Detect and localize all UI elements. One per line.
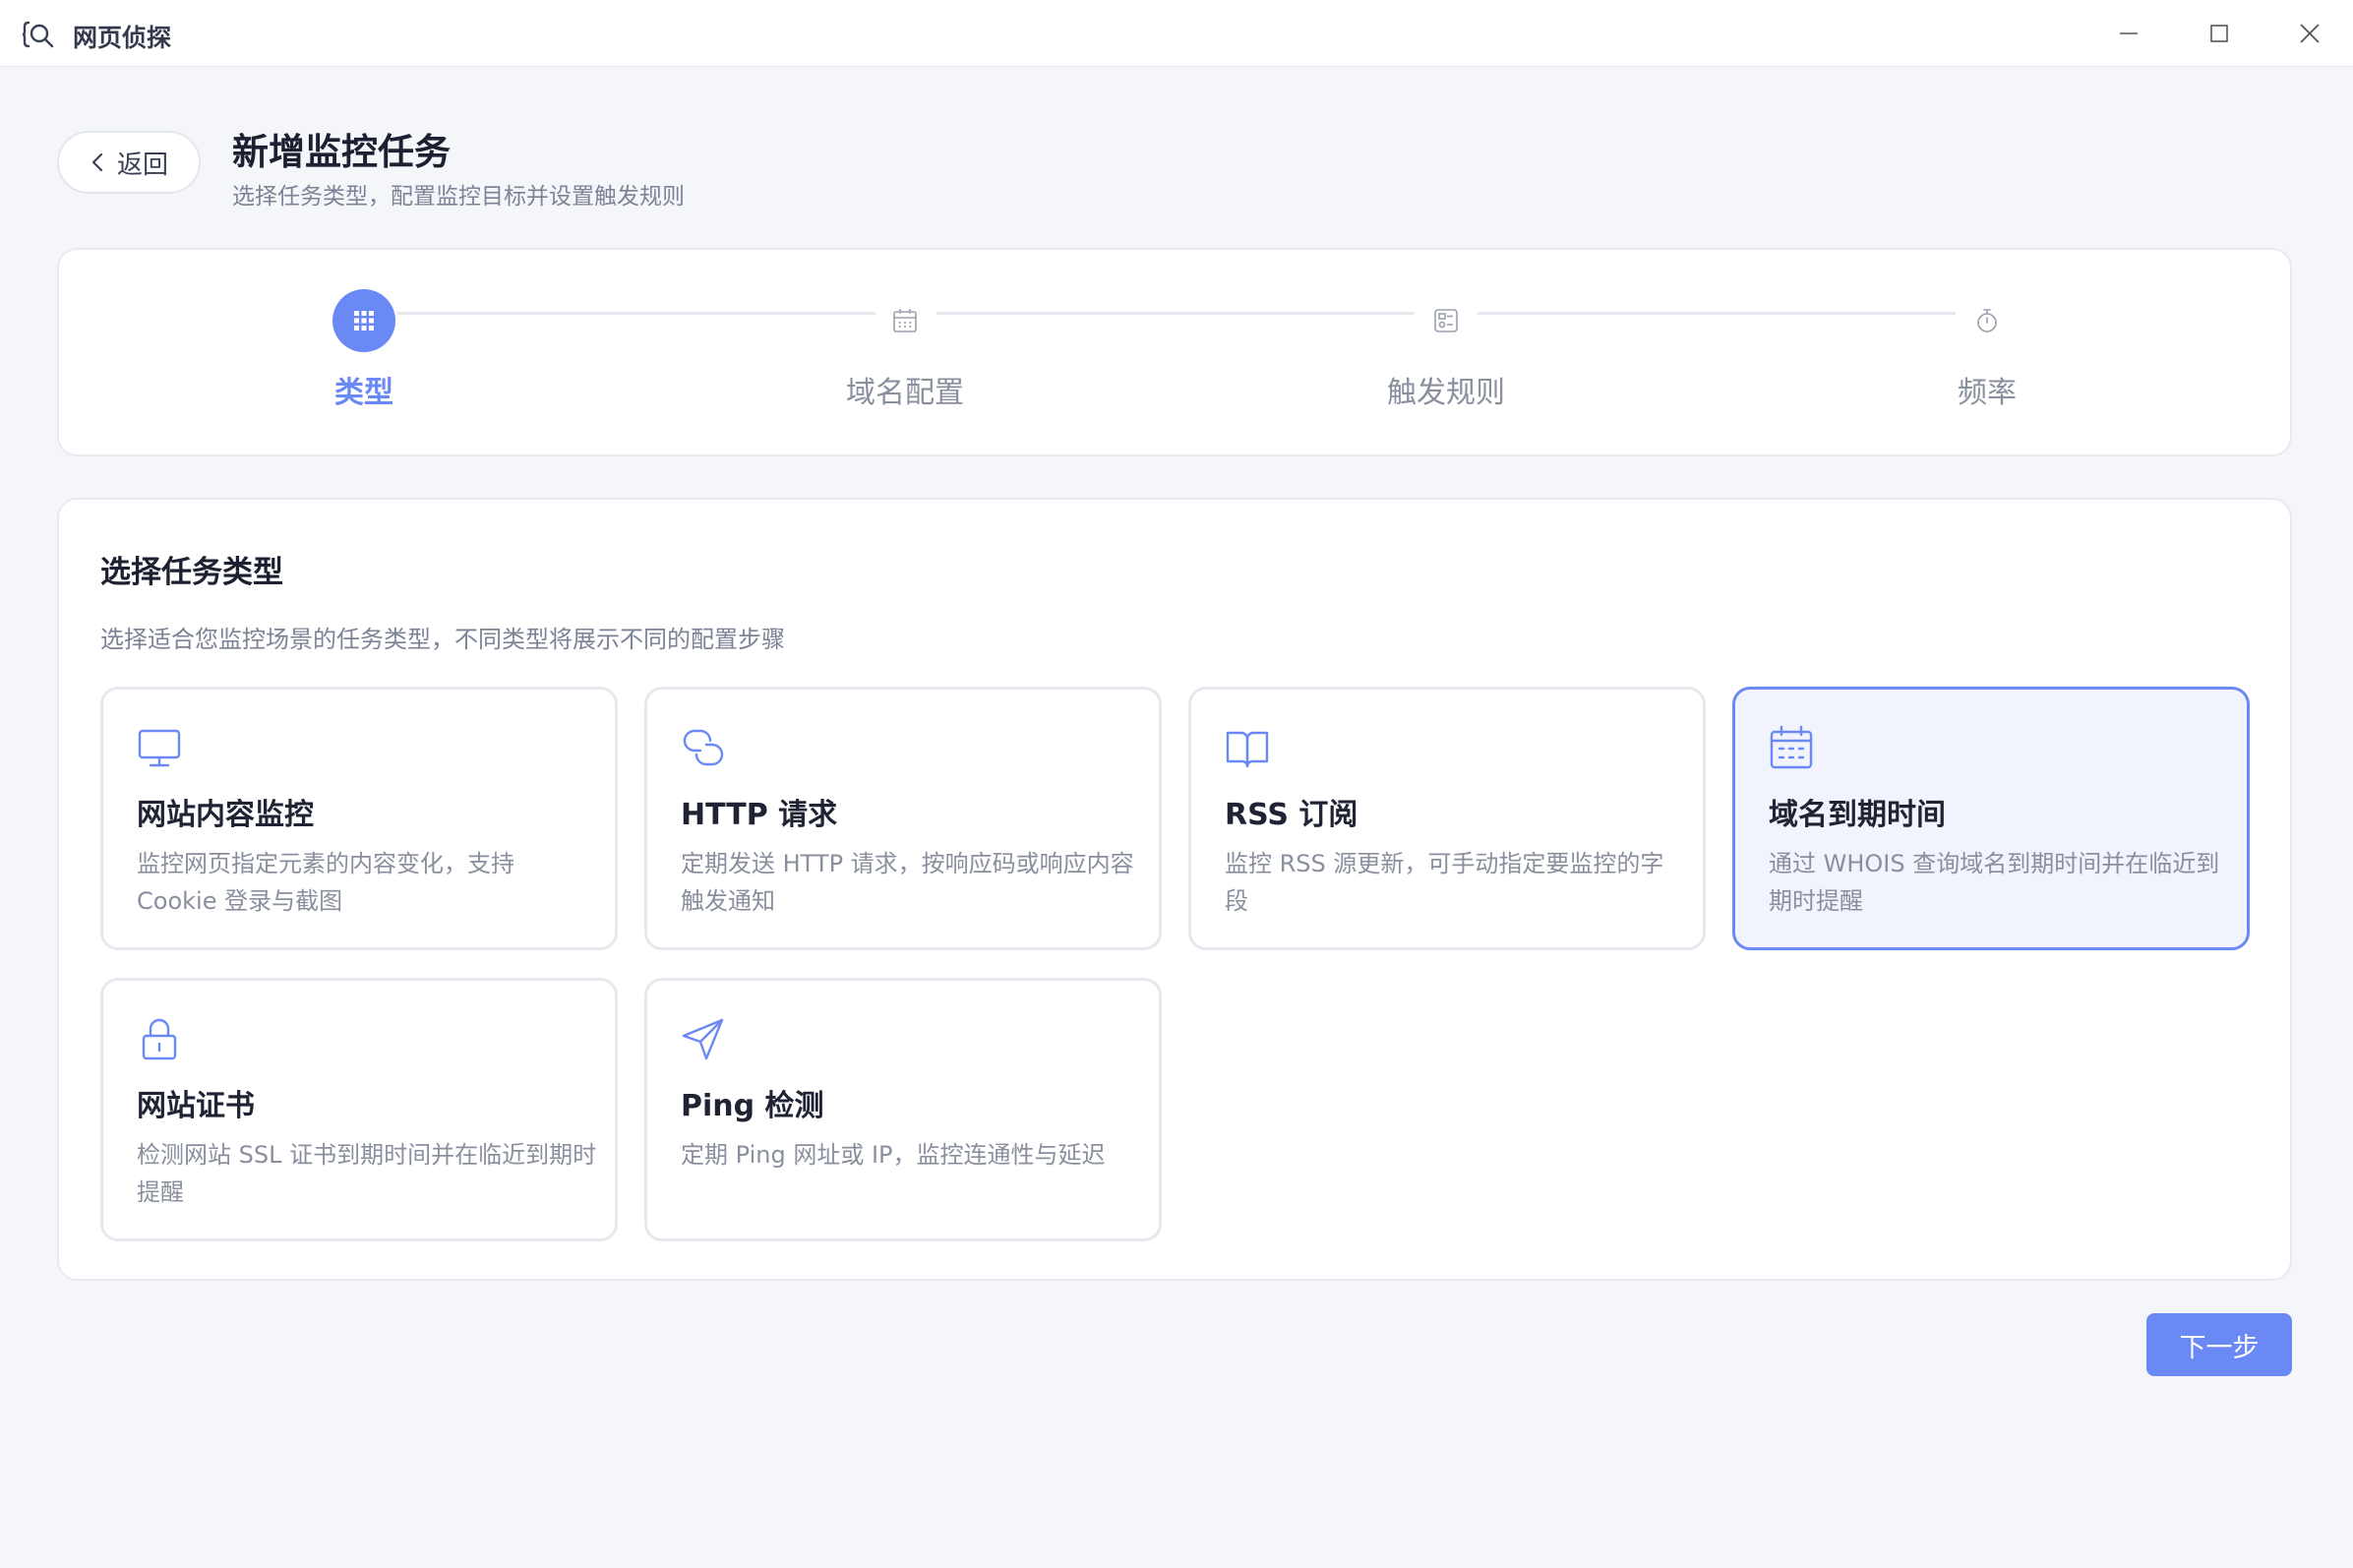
step-type[interactable]: 类型: [266, 289, 462, 411]
calendar-icon: [1770, 725, 1813, 769]
task-type-desc: 监控网页指定元素的内容变化，支持 Cookie 登录与截图: [137, 850, 514, 915]
task-type-domain-expiry[interactable]: 域名到期时间 通过 WHOIS 查询域名到期时间并在临近到期时提醒: [1732, 687, 2250, 950]
task-type-name: HTTP 请求: [681, 798, 838, 832]
maximize-button[interactable]: [2198, 14, 2241, 53]
close-icon: [2300, 24, 2320, 43]
step-label: 域名配置: [846, 376, 964, 410]
lock-icon: [142, 1018, 177, 1060]
timer-icon: [1977, 309, 1997, 332]
book-icon: [1226, 731, 1269, 768]
task-type-desc: 检测网站 SSL 证书到期时间并在临近到期时提醒: [137, 1141, 597, 1206]
app-logo-icon: [22, 21, 54, 48]
task-type-name: 域名到期时间: [1769, 798, 1946, 832]
step-connector: [936, 312, 1415, 315]
step-dot: [1956, 289, 2019, 352]
minimize-icon: [2120, 32, 2138, 34]
back-label: 返回: [116, 150, 168, 180]
rules-icon: [1434, 309, 1458, 332]
step-label: 触发规则: [1387, 376, 1505, 410]
grid-icon: [354, 311, 374, 331]
title-bar: 网页侦探: [0, 0, 2353, 67]
task-type-desc: 定期 Ping 网址或 IP，监控连通性与延迟: [681, 1141, 1106, 1169]
task-type-desc: 定期发送 HTTP 请求，按响应码或响应内容触发通知: [681, 850, 1134, 915]
page-subtitle: 选择任务类型，配置监控目标并设置触发规则: [232, 184, 685, 210]
section-description: 选择适合您监控场景的任务类型，不同类型将展示不同的配置步骤: [100, 626, 785, 653]
step-label: 类型: [334, 376, 393, 410]
task-type-rss[interactable]: RSS 订阅 监控 RSS 源更新，可手动指定要监控的字段: [1188, 687, 1706, 950]
task-type-http-request[interactable]: HTTP 请求 定期发送 HTTP 请求，按响应码或响应内容触发通知: [644, 687, 1162, 950]
step-dot: [874, 289, 936, 352]
task-type-ssl-certificate[interactable]: 网站证书 检测网站 SSL 证书到期时间并在临近到期时提醒: [100, 978, 618, 1241]
step-dot: [1415, 289, 1478, 352]
step-connector: [397, 312, 875, 315]
step-label: 频率: [1958, 376, 2017, 410]
task-type-name: 网站证书: [137, 1089, 255, 1123]
link-icon: [683, 729, 724, 766]
monitor-icon: [138, 729, 181, 767]
task-type-website-content[interactable]: 网站内容监控 监控网页指定元素的内容变化，支持 Cookie 登录与截图: [100, 687, 618, 950]
task-type-desc: 监控 RSS 源更新，可手动指定要监控的字段: [1225, 850, 1664, 915]
next-button[interactable]: 下一步: [2146, 1313, 2292, 1376]
task-type-name: RSS 订阅: [1225, 798, 1358, 832]
step-dot: [332, 289, 395, 352]
task-type-card: 选择任务类型 选择适合您监控场景的任务类型，不同类型将展示不同的配置步骤 网站内…: [57, 498, 2292, 1281]
task-type-name: Ping 检测: [681, 1089, 824, 1123]
steps-card: 类型 域名配置 触发规则 频率: [57, 248, 2292, 456]
step-frequency[interactable]: 频率: [1889, 289, 2085, 411]
close-button[interactable]: [2288, 14, 2331, 53]
section-title: 选择任务类型: [100, 555, 283, 590]
chevron-left-icon: [91, 152, 103, 172]
task-type-ping[interactable]: Ping 检测 定期 Ping 网址或 IP，监控连通性与延迟: [644, 978, 1162, 1241]
page-title: 新增监控任务: [232, 131, 451, 173]
maximize-icon: [2210, 25, 2228, 42]
calendar-icon: [893, 309, 917, 332]
step-domain-config[interactable]: 域名配置: [807, 289, 1003, 411]
minimize-button[interactable]: [2107, 14, 2150, 53]
step-trigger-rules[interactable]: 触发规则: [1348, 289, 1544, 411]
send-icon: [682, 1018, 724, 1060]
task-type-name: 网站内容监控: [137, 798, 314, 832]
step-connector: [1478, 312, 1956, 315]
app-title: 网页侦探: [73, 24, 172, 52]
back-button[interactable]: 返回: [57, 131, 201, 194]
task-type-desc: 通过 WHOIS 查询域名到期时间并在临近到期时提醒: [1769, 850, 2220, 915]
